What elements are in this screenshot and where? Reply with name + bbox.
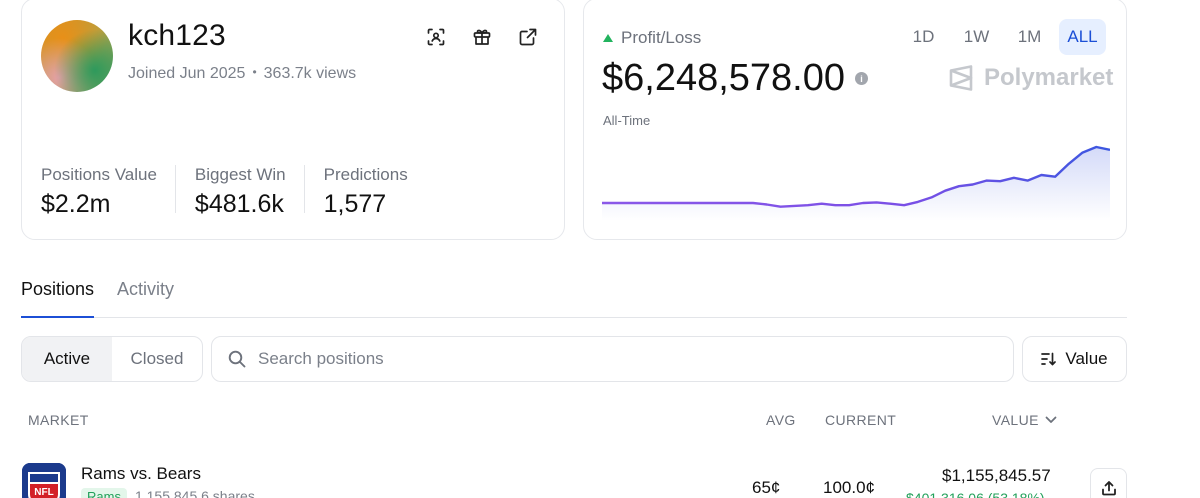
scan-icon[interactable] xyxy=(426,27,446,47)
profile-stats: Positions Value $2.2m Biggest Win $481.6… xyxy=(41,165,445,218)
username: kch123 xyxy=(128,19,226,52)
profile-card: kch123 Joined Jun 2025 • 363.7k views Po… xyxy=(21,0,565,240)
search-icon xyxy=(228,350,246,368)
info-icon[interactable]: i xyxy=(855,72,869,85)
share-count: 1,155,845.6 shares xyxy=(134,488,255,498)
range-label: All-Time xyxy=(603,113,651,128)
column-header-current[interactable]: CURRENT xyxy=(825,412,896,428)
sort-label: Value xyxy=(1065,349,1108,368)
period-selector: 1D 1W 1M ALL xyxy=(900,19,1106,55)
chevron-down-icon xyxy=(1045,416,1057,423)
stat-label: Biggest Win xyxy=(194,165,286,184)
pnl-amount: $6,248,578.00 xyxy=(602,57,846,99)
outcome-badge: Rams xyxy=(81,488,127,498)
up-triangle-icon xyxy=(603,34,613,42)
market-subtitle: Rams 1,155,845.6 shares xyxy=(81,488,255,498)
period-1d[interactable]: 1D xyxy=(900,19,947,55)
sort-button[interactable]: Value xyxy=(1022,336,1127,382)
stat-value: $2.2m xyxy=(41,190,111,218)
joined-date: Joined Jun 2025 xyxy=(128,65,246,82)
period-all[interactable]: ALL xyxy=(1059,19,1106,55)
position-pnl: $401,316.06 (53.18%) xyxy=(906,490,1045,498)
brand-name: Polymarket xyxy=(984,64,1114,91)
stat-positions-value: Positions Value $2.2m xyxy=(41,165,176,218)
search-box xyxy=(211,336,1014,382)
stat-label: Positions Value xyxy=(41,165,157,184)
gift-icon[interactable] xyxy=(472,27,492,47)
separator-dot: • xyxy=(252,65,257,79)
pnl-value: $6,248,578.00 i xyxy=(602,57,869,100)
polymarket-logo: Polymarket xyxy=(948,64,1113,92)
external-link-icon[interactable] xyxy=(518,27,538,47)
position-value: $1,155,845.57 xyxy=(942,466,1051,485)
avatar xyxy=(41,20,113,92)
status-toggle: Active Closed xyxy=(21,336,203,382)
tab-activity[interactable]: Activity xyxy=(117,276,174,318)
column-header-value[interactable]: VALUE xyxy=(992,412,1057,428)
view-count: 363.7k views xyxy=(263,65,357,82)
avg-price: 65¢ xyxy=(752,478,781,497)
column-header-avg: AVG xyxy=(766,412,796,428)
column-header-value-label: VALUE xyxy=(992,412,1039,428)
polymarket-logo-icon xyxy=(949,65,973,91)
stat-biggest-win: Biggest Win $481.6k xyxy=(194,165,305,218)
pnl-label-text: Profit/Loss xyxy=(621,28,702,47)
pnl-area xyxy=(602,147,1110,221)
nfl-logo: NFL xyxy=(22,463,66,498)
upload-icon xyxy=(1101,481,1116,496)
search-input[interactable] xyxy=(258,349,958,369)
current-price: 100.0¢ xyxy=(823,478,875,497)
column-header-market: MARKET xyxy=(28,412,89,428)
tab-bar: Positions Activity xyxy=(21,276,1127,318)
sort-icon xyxy=(1041,352,1057,366)
profile-actions xyxy=(426,27,538,47)
tab-positions[interactable]: Positions xyxy=(21,276,95,318)
stat-label: Predictions xyxy=(323,165,408,184)
profile-meta: Joined Jun 2025 • 363.7k views xyxy=(128,65,356,83)
market-title[interactable]: Rams vs. Bears xyxy=(81,464,201,484)
stat-value: 1,577 xyxy=(323,190,387,218)
period-1m[interactable]: 1M xyxy=(1006,19,1053,55)
active-filter-button[interactable]: Active xyxy=(22,337,112,381)
pnl-chart xyxy=(602,145,1110,221)
nfl-logo-text: NFL xyxy=(34,487,53,498)
pnl-card: Profit/Loss 1D 1W 1M ALL $6,248,578.00 i… xyxy=(583,0,1127,240)
period-1w[interactable]: 1W xyxy=(953,19,1000,55)
stat-value: $481.6k xyxy=(194,190,284,218)
stat-predictions: Predictions 1,577 xyxy=(323,165,426,218)
share-button[interactable] xyxy=(1090,468,1127,498)
pnl-label: Profit/Loss xyxy=(603,28,701,48)
closed-filter-button[interactable]: Closed xyxy=(112,337,202,381)
